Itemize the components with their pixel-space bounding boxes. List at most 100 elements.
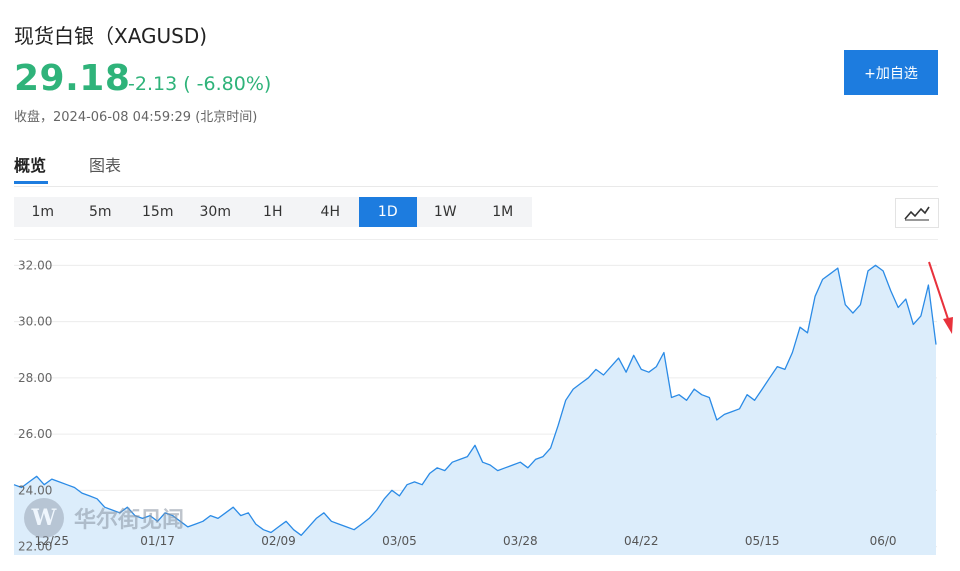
price-point (232, 506, 235, 509)
price-point (768, 376, 771, 379)
price-point (935, 343, 938, 346)
price-point (421, 483, 424, 486)
price-point (519, 461, 522, 464)
price-point (345, 525, 348, 528)
price-point (897, 306, 900, 309)
price-point (338, 523, 341, 526)
price-point (731, 410, 734, 413)
price-point (844, 303, 847, 306)
price-point (685, 399, 688, 402)
watermark-text: 华尔街见闻 (74, 507, 185, 533)
price-point (791, 351, 794, 354)
price-point (413, 480, 416, 483)
price-point (579, 382, 582, 385)
y-tick-label: 30.00 (18, 315, 52, 329)
price-point (715, 419, 718, 422)
price-point (73, 486, 76, 489)
price-point (383, 497, 386, 500)
y-tick-label: 32.00 (18, 258, 52, 272)
price-point (489, 464, 492, 467)
price-point (678, 393, 681, 396)
x-tick-label: 03/28 (503, 534, 538, 548)
price-point (217, 517, 220, 520)
price-point (851, 312, 854, 315)
price-point (254, 523, 257, 526)
price-point (300, 534, 303, 537)
price-point (662, 351, 665, 354)
price-point (640, 368, 643, 371)
price-point (610, 365, 613, 368)
price-point (625, 371, 628, 374)
price-point (224, 511, 227, 514)
price-point (821, 278, 824, 281)
price-point (436, 466, 439, 469)
price-point (927, 284, 930, 287)
price-point (398, 494, 401, 497)
price-point (806, 331, 809, 334)
price-point (761, 388, 764, 391)
watermark: W 华尔街见闻 (24, 498, 184, 538)
price-point (889, 289, 892, 292)
price-point (458, 458, 461, 461)
y-tick-label: 26.00 (18, 427, 52, 441)
price-point (882, 269, 885, 272)
price-point (617, 357, 620, 360)
price-point (194, 523, 197, 526)
price-point (315, 517, 318, 520)
price-point (723, 413, 726, 416)
price-point (594, 368, 597, 371)
price-point (186, 525, 189, 528)
price-point (375, 509, 378, 512)
price-point (277, 525, 280, 528)
price-point (322, 511, 325, 514)
price-point (708, 396, 711, 399)
price-point (859, 303, 862, 306)
price-point (632, 354, 635, 357)
y-tick-label: 28.00 (18, 371, 52, 385)
price-point (738, 407, 741, 410)
x-tick-label: 06/0 (870, 534, 897, 548)
price-point (511, 464, 514, 467)
price-point (353, 528, 356, 531)
x-tick-label: 04/22 (624, 534, 659, 548)
price-point (814, 295, 817, 298)
x-tick-label: 02/09 (261, 534, 296, 548)
y-tick-label: 24.00 (18, 483, 52, 497)
price-point (368, 517, 371, 520)
price-point (285, 520, 288, 523)
price-point (81, 492, 84, 495)
price-point (247, 511, 250, 514)
price-point (58, 480, 61, 483)
price-point (466, 455, 469, 458)
price-point (481, 461, 484, 464)
price-point (753, 399, 756, 402)
price-point (647, 371, 650, 374)
price-point (587, 376, 590, 379)
price-point (13, 483, 16, 486)
price-point (526, 466, 529, 469)
price-point (602, 374, 605, 377)
price-chart[interactable]: 22.0024.0026.0028.0030.0032.0012/25 01/17… (0, 0, 960, 571)
price-point (557, 424, 560, 427)
price-point (564, 399, 567, 402)
price-point (783, 368, 786, 371)
price-point (360, 523, 363, 526)
price-point (330, 520, 333, 523)
price-point (799, 326, 802, 329)
price-point (549, 447, 552, 450)
arrow-head-icon (943, 317, 953, 334)
price-point (700, 393, 703, 396)
price-point (201, 520, 204, 523)
price-point (919, 314, 922, 317)
price-point (88, 494, 91, 497)
price-point (867, 269, 870, 272)
price-point (904, 298, 907, 301)
price-point (65, 483, 68, 486)
wallstreetcn-logo: W (24, 498, 64, 538)
price-point (746, 393, 749, 396)
price-point (836, 267, 839, 270)
price-point (874, 264, 877, 267)
price-point (239, 514, 242, 517)
price-point (693, 388, 696, 391)
price-point (428, 472, 431, 475)
